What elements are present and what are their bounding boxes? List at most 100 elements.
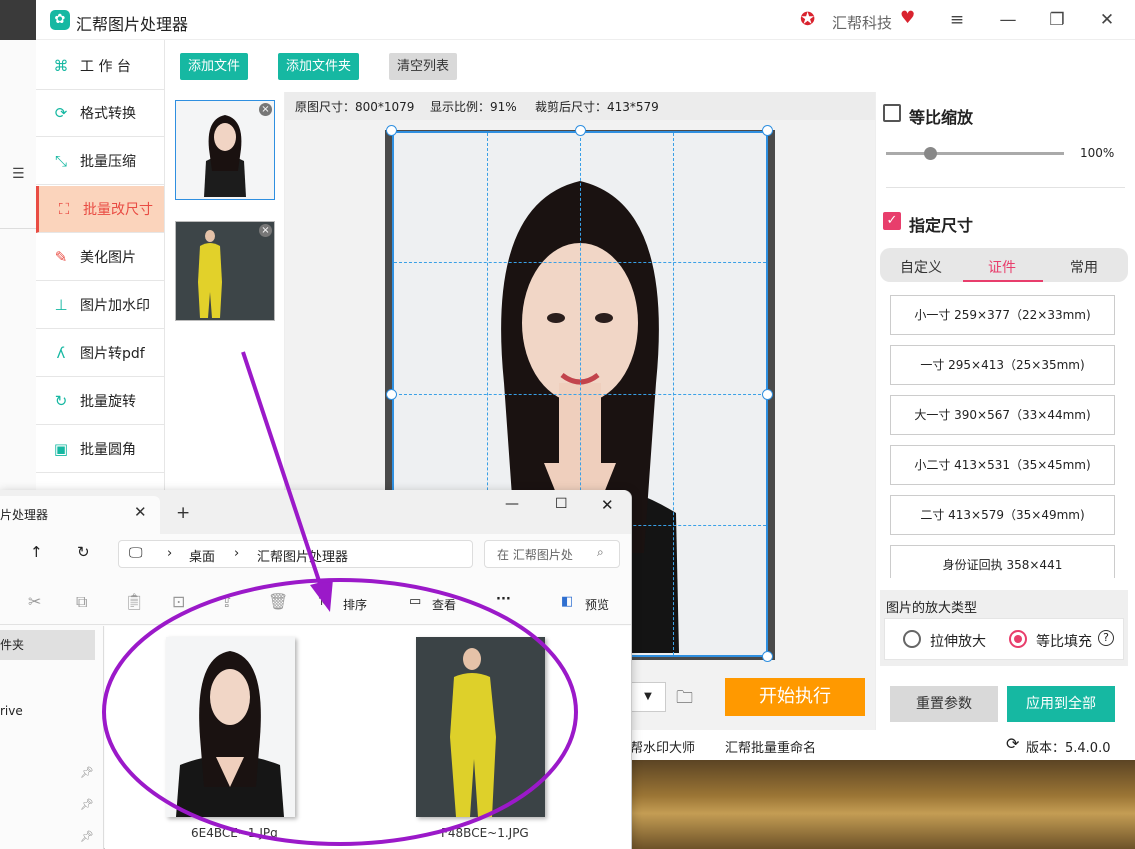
cut-icon[interactable]: ✂ (28, 592, 41, 611)
sidebar-item-resize[interactable]: ⛶ 批量改尺寸 (36, 186, 164, 233)
thumbnail-item[interactable]: × (175, 100, 275, 200)
crop-handle[interactable] (386, 389, 397, 400)
display-ratio: 显示比例：91% (430, 100, 517, 114)
copy-icon[interactable]: ⧉ (76, 592, 87, 612)
footer-link-rename[interactable]: 汇帮批量重命名 (725, 737, 816, 756)
stretch-radio[interactable] (903, 630, 921, 648)
zoom-slider-knob[interactable] (924, 147, 937, 160)
close-button[interactable]: ✕ (1095, 10, 1119, 30)
menu-button[interactable]: ≡ (945, 10, 969, 30)
footer-link-watermark[interactable]: 帮水印大师 (630, 737, 695, 756)
size-option-id-receipt[interactable]: 身份证回执 358×441 (890, 545, 1115, 578)
image-info-bar: 原图尺寸：800*1079 显示比例：91% 裁剪后尺寸：413*579 (285, 92, 875, 120)
folder-icon[interactable]: 🗀 (676, 685, 693, 714)
footer-bar: 帮水印大师 汇帮批量重命名 ⟳ 版本：5.4.0.0 (630, 730, 1135, 760)
delete-icon[interactable]: 🗑︎ (268, 592, 288, 611)
crop-handle[interactable] (386, 125, 397, 136)
new-tab-icon[interactable]: + (176, 503, 190, 523)
size-option-one-inch[interactable]: 一寸 295×413（25×35mm) (890, 345, 1115, 385)
up-arrow-icon[interactable]: ↑ (30, 543, 43, 561)
sidebar-item-label: 格式转换 (80, 106, 136, 122)
grid-icon: ⌘ (53, 57, 69, 75)
file-item[interactable] (166, 637, 295, 817)
tab-close-icon[interactable]: ✕ (134, 503, 147, 521)
sidebar-nav: ⌘ 工 作 台 ⟳ 格式转换 ⤡ 批量压缩 ⛶ 批量改尺寸 ✎ 美化图片 ⊥ 图… (36, 40, 165, 500)
app-logo-icon: ✿ (50, 10, 70, 30)
tab-common[interactable]: 常用 (1070, 257, 1098, 277)
cropped-size: 裁剪后尺寸：413*579 (535, 100, 659, 114)
pin-icon: 📌︎ (80, 830, 94, 843)
minimize-button[interactable]: — (996, 10, 1020, 30)
start-button[interactable]: 开始执行 (725, 678, 865, 716)
explorer-close-icon[interactable]: ✕ (601, 496, 614, 514)
paste-icon[interactable]: 📋︎ (124, 592, 144, 611)
output-dropdown[interactable]: ▼ (630, 682, 666, 712)
remove-thumbnail-icon[interactable]: × (259, 103, 272, 116)
file-name: F48BCE~1.JPG (441, 826, 529, 840)
pin-icon: 📌︎ (80, 798, 94, 811)
sidebar-item-watermark[interactable]: ⊥ 图片加水印 (36, 282, 164, 329)
tab-custom[interactable]: 自定义 (900, 257, 942, 277)
fill-radio[interactable] (1009, 630, 1027, 648)
sidebar-item-workbench[interactable]: ⌘ 工 作 台 (36, 43, 164, 90)
size-option-small-two-inch[interactable]: 小二寸 413×531（35×45mm) (890, 445, 1115, 485)
address-bar[interactable]: 🖵 › 桌面 › 汇帮图片处理器 (118, 540, 473, 568)
view-button[interactable]: 查看 (432, 596, 456, 613)
divider (886, 187, 1125, 188)
preview-button[interactable]: 预览 (585, 596, 609, 613)
maximize-button[interactable]: ❐ (1045, 10, 1069, 30)
add-folder-button[interactable]: 添加文件夹 (278, 53, 360, 80)
zoom-slider[interactable] (886, 152, 1064, 155)
apply-all-button[interactable]: 应用到全部 (1007, 686, 1115, 722)
thumbnail-item[interactable]: × (175, 221, 275, 321)
active-tab-indicator (963, 280, 1043, 282)
specify-size-checkbox[interactable]: ✓ (883, 212, 901, 230)
pin-icon: 📌︎ (80, 766, 94, 779)
sidebar-item-rotate[interactable]: ↻ 批量旋转 (36, 378, 164, 425)
crop-handle[interactable] (575, 125, 586, 136)
sort-icon[interactable]: ⇅ (318, 594, 329, 609)
crop-handle[interactable] (762, 125, 773, 136)
crop-handle[interactable] (762, 651, 773, 662)
thumbnail-list: × × (165, 92, 285, 512)
size-option-two-inch[interactable]: 二寸 413×579（35×49mm) (890, 495, 1115, 535)
rename-icon[interactable]: ⊡ (172, 592, 185, 611)
sort-button[interactable]: 排序 (343, 596, 367, 613)
brand-heart-icon[interactable]: ♥ (900, 8, 915, 28)
clear-list-button[interactable]: 清空列表 (389, 53, 458, 80)
remove-thumbnail-icon[interactable]: × (259, 224, 272, 237)
list-icon: ☰ (12, 166, 25, 182)
explorer-minimize-icon[interactable]: — (505, 496, 519, 512)
watermark-icon: ⊥ (54, 296, 68, 314)
sidebar-item-label: 美化图片 (80, 250, 136, 266)
size-option-small-one-inch[interactable]: 小一寸 259×377（22×33mm) (890, 295, 1115, 335)
view-icon[interactable]: ▭ (409, 594, 421, 609)
refresh-icon[interactable]: ↻ (77, 543, 90, 561)
proportional-checkbox[interactable] (883, 104, 901, 122)
tab-id-photo[interactable]: 证件 (988, 257, 1016, 277)
size-option-large-one-inch[interactable]: 大一寸 390×567（33×44mm) (890, 395, 1115, 435)
sidebar-item-format-convert[interactable]: ⟳ 格式转换 (36, 90, 164, 137)
search-input[interactable]: 在 汇帮图片处 ⌕ (484, 540, 620, 568)
add-file-button[interactable]: 添加文件 (180, 53, 249, 80)
reset-button[interactable]: 重置参数 (890, 686, 998, 722)
explorer-maximize-icon[interactable]: ☐ (555, 496, 568, 512)
file-item[interactable] (416, 637, 545, 817)
suit-thumbnail-image (176, 222, 274, 320)
sidebar-item-beautify[interactable]: ✎ 美化图片 (36, 234, 164, 281)
brand-name: 汇帮科技 (832, 14, 893, 32)
sidebar-item-compress[interactable]: ⤡ 批量压缩 (36, 138, 164, 185)
more-button[interactable]: ··· (496, 592, 511, 607)
rotate-icon: ↻ (54, 392, 68, 410)
breadcrumb-folder[interactable]: 汇帮图片处理器 (257, 546, 348, 565)
share-icon[interactable]: ⇪ (220, 592, 233, 611)
nav-item-onedrive[interactable]: rive (0, 704, 23, 718)
preview-pane-icon[interactable]: ◧ (561, 594, 573, 609)
sidebar-item-round-corner[interactable]: ▣ 批量圆角 (36, 426, 164, 473)
help-icon[interactable]: ? (1098, 630, 1114, 646)
breadcrumb-desktop[interactable]: 桌面 (189, 546, 215, 565)
nav-item-folder[interactable]: 件夹 (0, 630, 95, 660)
refresh-icon[interactable]: ⟳ (1006, 734, 1019, 753)
sidebar-item-to-pdf[interactable]: ʎ 图片转pdf (36, 330, 164, 377)
crop-handle[interactable] (762, 389, 773, 400)
